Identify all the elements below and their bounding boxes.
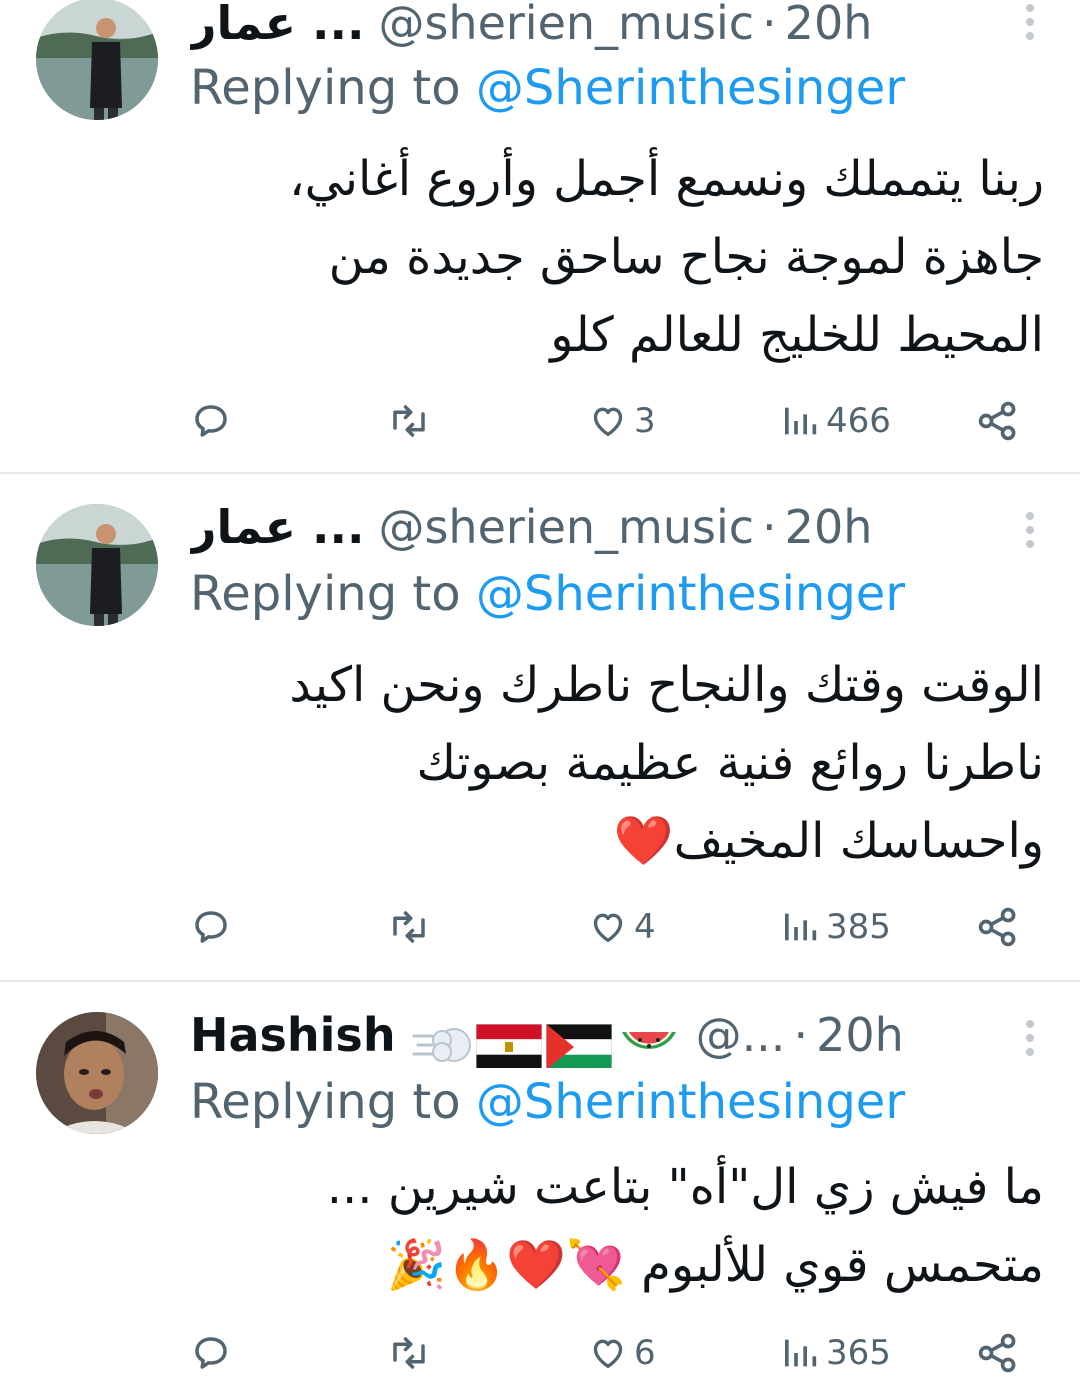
replying-mention[interactable]: @Sherinthesinger xyxy=(476,566,905,622)
views-icon xyxy=(780,1333,820,1373)
share-icon xyxy=(976,1331,1020,1375)
user-handle[interactable]: @... xyxy=(696,1008,786,1062)
replying-to: Replying to @Sherinthesinger xyxy=(190,566,905,622)
replying-mention[interactable]: @Sherinthesinger xyxy=(476,1074,905,1130)
views-count: 466 xyxy=(826,401,891,441)
tweet-line: ما فيش زي ال"أه" بتاعت شيرين ... xyxy=(326,1159,1044,1215)
replying-prefix: Replying to xyxy=(190,566,476,622)
views-button[interactable]: 385 xyxy=(780,902,891,952)
timestamp[interactable]: 20h xyxy=(816,1008,904,1062)
tweet-header: عمار ... @sherien_music · 20h xyxy=(190,0,1000,56)
share-button[interactable] xyxy=(976,1328,1020,1378)
display-name[interactable]: عمار ... xyxy=(190,500,364,554)
views-button[interactable]: 365 xyxy=(780,1328,891,1378)
share-icon xyxy=(976,905,1020,949)
avatar[interactable] xyxy=(36,504,158,626)
like-button[interactable]: 3 xyxy=(588,396,656,446)
views-count: 385 xyxy=(826,907,891,947)
retweet-button[interactable] xyxy=(386,396,432,446)
timestamp[interactable]: 20h xyxy=(785,500,873,554)
share-button[interactable] xyxy=(976,902,1020,952)
views-button[interactable]: 466 xyxy=(780,396,891,446)
flag-palestine-icon xyxy=(545,1023,613,1068)
display-name[interactable]: Hashish xyxy=(190,1008,396,1062)
like-button[interactable]: 6 xyxy=(588,1328,656,1378)
user-handle[interactable]: @sherien_music xyxy=(378,500,754,554)
user-handle[interactable]: @sherien_music xyxy=(378,0,754,50)
tweet[interactable]: عمار ... @sherien_music · 20h Replying to @… xyxy=(0,474,1080,980)
display-name[interactable]: عمار ... xyxy=(190,0,364,50)
tweet-header: عمار ... @sherien_music · 20h xyxy=(190,500,1000,560)
dash-symbol-icon xyxy=(410,1022,476,1069)
like-count: 4 xyxy=(634,907,656,947)
tweet-feed: عمار ... @sherien_music · 20h Replying to @… xyxy=(0,0,1080,1376)
tweet-text: ما فيش زي ال"أه" بتاعت شيرين ... متحمس ق… xyxy=(190,1148,1044,1304)
tweet-text: الوقت وقتك والنجاح ناطرك ونحن اكيد ناطرن… xyxy=(190,646,1044,880)
watermelon-icon xyxy=(616,1022,682,1069)
tweet-line: واحساسك المخيف❤️ xyxy=(613,813,1044,869)
more-vertical-icon[interactable] xyxy=(1020,510,1040,550)
heart-icon xyxy=(588,907,628,947)
reply-icon xyxy=(190,400,232,442)
separator-dot: · xyxy=(762,0,777,50)
more-vertical-icon[interactable] xyxy=(1020,2,1040,42)
retweet-button[interactable] xyxy=(386,902,432,952)
tweet-line: ربنا يتمملك ونسمع أجمل وأروع أغاني، xyxy=(289,151,1044,207)
action-bar: 6 365 xyxy=(190,1328,1040,1378)
retweet-icon xyxy=(386,400,432,442)
tweet-line: جاهزة لموجة نجاح ساحق جديدة من xyxy=(328,229,1044,285)
timestamp[interactable]: 20h xyxy=(785,0,873,50)
tweet-header: Hashish @... · 20h xyxy=(190,1008,1000,1068)
replying-mention[interactable]: @Sherinthesinger xyxy=(476,60,905,116)
separator-dot: · xyxy=(762,500,777,554)
views-icon xyxy=(780,907,820,947)
reply-icon xyxy=(190,906,232,948)
share-icon xyxy=(976,399,1020,443)
retweet-button[interactable] xyxy=(386,1328,432,1378)
tweet-line: المحيط للخليج للعالم كلو xyxy=(550,307,1044,363)
tweet-text: ربنا يتمملك ونسمع أجمل وأروع أغاني، جاهز… xyxy=(190,140,1044,374)
like-count: 3 xyxy=(634,401,656,441)
replying-prefix: Replying to xyxy=(190,60,476,116)
retweet-icon xyxy=(386,1332,432,1374)
replying-to: Replying to @Sherinthesinger xyxy=(190,1074,905,1130)
tweet-line: الوقت وقتك والنجاح ناطرك ونحن اكيد xyxy=(289,657,1044,713)
replying-prefix: Replying to xyxy=(190,1074,476,1130)
tweet[interactable]: Hashish @... · 20h Replying to @Sherinthesi… xyxy=(0,982,1080,1376)
like-button[interactable]: 4 xyxy=(588,902,656,952)
heart-icon xyxy=(588,1333,628,1373)
reply-button[interactable] xyxy=(190,1328,232,1378)
action-bar: 4 385 xyxy=(190,902,1040,952)
avatar[interactable] xyxy=(36,0,158,120)
flag-egypt-icon xyxy=(475,1023,543,1068)
tweet-line: متحمس قوي للألبوم 💘❤️🔥🎉 xyxy=(386,1237,1044,1293)
avatar[interactable] xyxy=(36,1012,158,1134)
tweet-line: ناطرنا روائع فنية عظيمة بصوتك xyxy=(416,735,1044,791)
share-button[interactable] xyxy=(976,396,1020,446)
reply-button[interactable] xyxy=(190,902,232,952)
views-icon xyxy=(780,401,820,441)
heart-icon xyxy=(588,401,628,441)
like-count: 6 xyxy=(634,1333,656,1373)
more-vertical-icon[interactable] xyxy=(1020,1018,1040,1058)
views-count: 365 xyxy=(826,1333,891,1373)
reply-button[interactable] xyxy=(190,396,232,446)
name-emojis xyxy=(410,1022,682,1069)
action-bar: 3 466 xyxy=(190,396,1040,446)
retweet-icon xyxy=(386,906,432,948)
replying-to: Replying to @Sherinthesinger xyxy=(190,60,905,116)
tweet[interactable]: عمار ... @sherien_music · 20h Replying to @… xyxy=(0,0,1080,472)
reply-icon xyxy=(190,1332,232,1374)
separator-dot: · xyxy=(793,1008,809,1062)
